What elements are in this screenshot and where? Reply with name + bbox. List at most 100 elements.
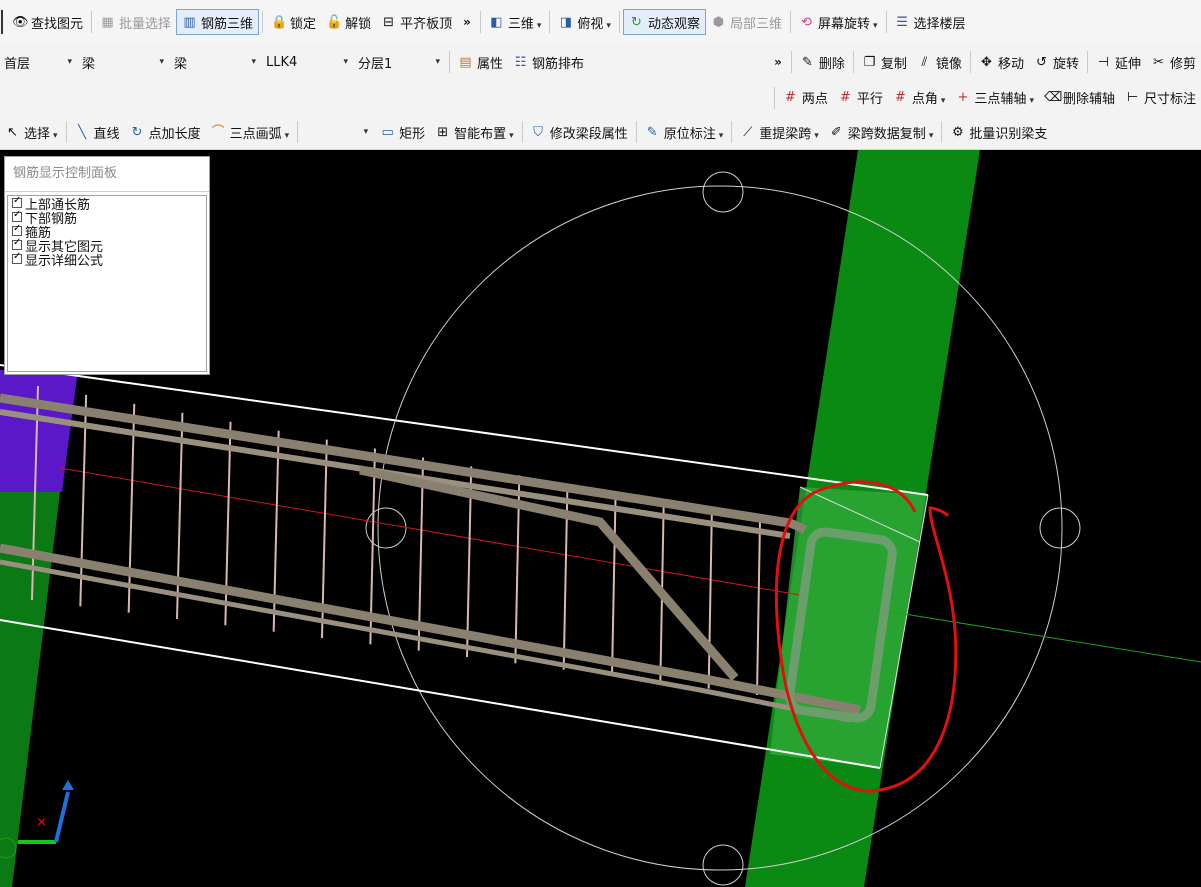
flush-slab-icon: ⊟ xyxy=(383,14,395,30)
rectangle-button[interactable]: ▭ 矩形 xyxy=(375,119,430,145)
rebar-layout-button[interactable]: ☷ 钢筋排布 xyxy=(508,49,589,75)
toolbar-separator xyxy=(521,121,523,143)
lock-button[interactable]: 🔒 锁定 xyxy=(266,9,321,35)
floor-select-value: 首层 xyxy=(4,56,31,72)
toolbar-separator xyxy=(618,11,620,33)
top-view-button[interactable]: ◨ 俯视 xyxy=(553,9,616,35)
draw-mode-select[interactable]: ▾ xyxy=(301,118,374,146)
line-icon: ╲ xyxy=(78,124,86,140)
smart-place-button[interactable]: ⊞ 智能布置 xyxy=(430,119,519,145)
bottom-longitudinal-rebar xyxy=(0,543,861,715)
toolbar-separator xyxy=(790,51,792,73)
element-name-select[interactable]: LLK4 ▾ xyxy=(262,49,352,75)
screen-rotate-button[interactable]: ⟲ 屏幕旋转 xyxy=(794,9,883,35)
span-copy-icon: ✐ xyxy=(830,124,842,140)
line-button[interactable]: ╲ 直线 xyxy=(70,119,125,145)
beam-span-icon: ⟋ xyxy=(743,124,753,140)
checkbox-icon[interactable] xyxy=(12,251,22,264)
panel-title: 钢筋显示控制面板 xyxy=(5,157,209,192)
move-button[interactable]: ✥ 移动 xyxy=(974,49,1029,75)
button-label: 直线 xyxy=(93,126,120,142)
button-label: 原位标注 xyxy=(664,123,724,142)
button-label: 复制 xyxy=(880,56,907,72)
delete-axis-button[interactable]: ⌫ 删除辅轴 xyxy=(1039,85,1120,111)
cube-3d-button[interactable]: ◧ 三维 xyxy=(484,9,547,35)
chevron-down-icon: ▾ xyxy=(251,57,256,67)
element-type-select[interactable]: 梁 ▾ xyxy=(78,49,168,75)
button-label: 俯视 xyxy=(577,13,611,32)
floor-select[interactable]: 首层 ▾ xyxy=(0,49,76,75)
two-point-axis-button[interactable]: # 两点 xyxy=(778,85,833,111)
checkbox-icon[interactable] xyxy=(12,209,22,222)
toolbar-separator xyxy=(262,11,264,33)
main-toolbar: 👁查找图元 ▦批量选择▥钢筋三维🔒锁定🔓解锁⊟平齐板顶 » ◧三维◨俯视↻动态观察… xyxy=(0,0,1201,45)
option-label: 显示详细公式 xyxy=(25,253,104,269)
point-length-button[interactable]: ↻ 点加长度 xyxy=(125,119,206,145)
button-label: 旋转 xyxy=(1052,56,1079,72)
properties-button[interactable]: ▤ 属性 xyxy=(453,49,508,75)
orbit-button[interactable]: ↻ 动态观察 xyxy=(622,9,706,35)
button-label: 解锁 xyxy=(345,16,372,32)
mirror-button[interactable]: ⫽ 镜像 xyxy=(912,49,967,75)
layer-value: 分层1 xyxy=(358,56,393,72)
unlock-button[interactable]: 🔓 解锁 xyxy=(321,9,376,35)
toolbar-separator xyxy=(773,86,775,109)
two-point-axis-icon: # xyxy=(784,90,796,105)
orbit-handle-right[interactable] xyxy=(1039,507,1081,549)
chevron-down-icon: ▾ xyxy=(159,57,164,67)
button-label: 删除辅轴 xyxy=(1062,92,1115,107)
rebar-3d-button[interactable]: ▥ 钢筋三维 xyxy=(176,9,260,35)
button-label: 重提梁跨 xyxy=(759,123,819,142)
button-label: 平行 xyxy=(856,92,883,107)
edit-beam-button[interactable]: ⛉ 修改梁段属性 xyxy=(526,119,633,145)
element-name-value: LLK4 xyxy=(266,54,298,70)
parallel-axis-button[interactable]: # 平行 xyxy=(833,85,888,111)
cursor-button[interactable]: ↖ 选择 xyxy=(0,119,63,145)
orbit-handle-top[interactable] xyxy=(702,171,744,213)
button-label: 批量选择 xyxy=(119,16,172,32)
button-label: 移动 xyxy=(997,56,1024,72)
delete-button[interactable]: ✎ 删除 xyxy=(795,49,850,75)
option-show-formula[interactable]: 显示详细公式 xyxy=(8,251,206,269)
inplace-annotation-button[interactable]: ✎ 原位标注 xyxy=(640,119,729,145)
button-label: 梁跨数据复制 xyxy=(848,123,934,142)
chevron-down-icon: ▾ xyxy=(343,57,348,67)
element-subtype-select[interactable]: 梁 ▾ xyxy=(170,49,260,75)
button-label: 镜像 xyxy=(935,56,962,72)
checkbox-icon[interactable] xyxy=(12,195,22,208)
element-subtype-value: 梁 xyxy=(174,56,188,72)
copy-button[interactable]: ❐ 复制 xyxy=(857,49,912,75)
layer-select[interactable]: 分层1 ▾ xyxy=(354,49,444,75)
checkbox-icon[interactable] xyxy=(12,223,22,236)
button-label: 三点画弧 xyxy=(230,123,290,142)
binoculars-icon: 👁 xyxy=(12,14,29,30)
rotate-button[interactable]: ↺ 旋转 xyxy=(1029,49,1084,75)
local-3d-icon: ⬢ xyxy=(712,14,725,30)
toolbar-separator xyxy=(91,11,93,33)
span-copy-button[interactable]: ✐ 梁跨数据复制 xyxy=(824,119,939,145)
floor-select-button[interactable]: ☰ 选择楼层 xyxy=(890,9,971,35)
stirrup-bar xyxy=(176,412,184,620)
toolbar-overflow-button[interactable]: » xyxy=(768,55,788,69)
rotate-icon: ↺ xyxy=(1036,54,1047,70)
orbit-icon: ↻ xyxy=(631,14,642,30)
three-point-axis-button[interactable]: + 三点辅轴 xyxy=(950,85,1039,111)
batch-select-button[interactable]: ▦ 批量选择 xyxy=(95,9,176,35)
binoculars-button[interactable]: 👁 查找图元 xyxy=(7,9,88,35)
extend-button[interactable]: ⊣ 延伸 xyxy=(1091,49,1146,75)
dimension-button[interactable]: ⊢ 尺寸标注 xyxy=(1120,85,1201,111)
toolbar-overflow-button[interactable]: » xyxy=(457,15,477,29)
batch-identify-button[interactable]: ⚙ 批量识别梁支 xyxy=(945,119,1052,145)
button-label: 屏幕旋转 xyxy=(818,13,878,32)
beam-span-button[interactable]: ⟋ 重提梁跨 xyxy=(735,119,824,145)
properties-label: 属性 xyxy=(477,56,504,72)
orbit-handle-bottom[interactable] xyxy=(702,844,744,886)
dimension-icon: ⊢ xyxy=(1126,90,1139,105)
arc-button[interactable]: ⌒ 三点画弧 xyxy=(206,119,295,145)
axis-toolbar: # 两点 # 平行 # 点角 + 三点辅轴 ⌫删除辅轴 ⊢ 尺寸标注 xyxy=(0,80,1201,116)
checkbox-icon[interactable] xyxy=(12,237,22,250)
trim-button[interactable]: ✂ 修剪 xyxy=(1146,49,1201,75)
local-3d-button[interactable]: ⬢ 局部三维 xyxy=(706,9,787,35)
flush-slab-button[interactable]: ⊟ 平齐板顶 xyxy=(376,9,457,35)
point-angle-button[interactable]: # 点角 xyxy=(888,85,951,111)
